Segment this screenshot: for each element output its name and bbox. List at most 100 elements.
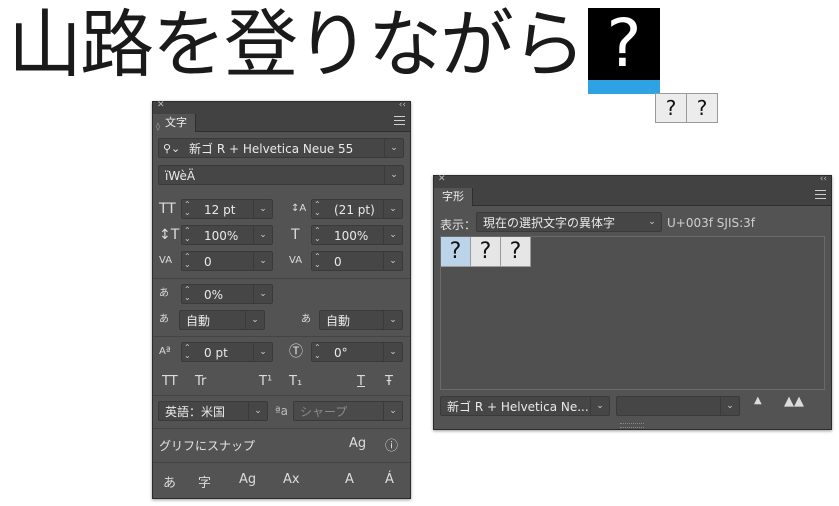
small-caps-button[interactable]: Tr [195,374,206,389]
all-caps-button[interactable]: TT [162,374,178,389]
stepper-icon[interactable]: ⌃ ⌄ [314,344,321,360]
glyph-font-field[interactable]: 新ゴ R + Helvetica Ne... ⌄ [440,396,610,416]
alternate-glyph[interactable]: ? [656,94,687,122]
chevron-down-icon[interactable]: ⌄ [383,343,402,361]
panel-title-bar[interactable]: ✕ ‹‹ [153,100,410,113]
glyph-cell[interactable]: ? [471,237,501,267]
stepper-icon[interactable]: ⌃ ⌄ [314,253,321,269]
chevron-down-icon[interactable]: ⌄ [720,397,739,415]
vertical-scale-field[interactable]: ⌃ ⌄ 100% ⌄ [181,225,273,245]
chevron-down-icon[interactable]: ⌄ [383,226,402,244]
chevron-down-icon[interactable]: ⌄ [253,285,272,303]
rotation-field[interactable]: ⌃ ⌄ 0° ⌄ [311,342,403,362]
panel-menu-icon[interactable] [394,116,405,128]
chevron-down-icon[interactable]: ⌄ [253,226,272,244]
alternate-glyph-popup: ? ? [655,93,718,123]
language-value: 英語：米国 [165,405,226,419]
snap-baseline-button[interactable]: Ag [239,472,256,487]
character-panel: ✕ ‹‹ ◊ 文字 ⚲⌄ 新ゴ R + Helvetica Neue 55 ⌄ ï… [152,100,411,499]
font-size-value: 12 pt [204,203,236,217]
chevron-down-icon[interactable]: ⌄ [383,252,402,270]
chevron-down-icon[interactable]: ⌄ [248,402,267,420]
strikethrough-button[interactable]: Ŧ [385,374,393,389]
snap-icf-box-button[interactable]: 字 [198,472,211,491]
aki-right-value: 自動 [326,314,351,328]
aki-right-field[interactable]: 自動 ⌄ [319,310,403,330]
snap-em-box-button[interactable]: あ [163,472,176,491]
chevron-down-icon[interactable]: ⌄ [590,397,609,415]
superscript-button[interactable]: T¹ [259,374,272,389]
aki-left-field[interactable]: 自動 ⌄ [179,310,265,330]
vertical-scale-icon: ↕T [159,227,180,243]
font-style-value: ïWèÄ [165,169,196,183]
collapse-icon[interactable]: ‹‹ [820,174,827,184]
chevron-down-icon[interactable]: ⌄ [384,166,403,184]
glyphs-panel: ✕ ‹‹ 字形 表示： 現在の選択文字の異体字 ⌄ U+003f SJIS:3f… [433,174,832,430]
font-family-field[interactable]: ⚲⌄ 新ゴ R + Helvetica Neue 55 ⌄ [158,138,404,158]
snap-xheight-button[interactable]: Ax [283,472,300,487]
leading-field[interactable]: ⌃ ⌄ (21 pt) ⌄ [311,199,403,219]
tracking-icon: VA [289,255,303,266]
chevron-down-icon[interactable]: ⌄ [383,402,402,420]
baseline-shift-field[interactable]: ⌃ ⌄ 0 pt ⌄ [181,342,273,362]
resize-grip[interactable] [620,423,644,428]
tab-label: 字形 [442,190,464,203]
selection-underline [588,80,660,94]
baseline-shift-value: 0 pt [204,346,228,360]
aki-left-value: 自動 [186,314,211,328]
info-icon[interactable]: ⓘ [385,435,398,454]
chevron-down-icon[interactable]: ⌄ [643,213,661,231]
font-style-field[interactable]: ïWèÄ ⌄ [158,165,404,185]
glyph-cell[interactable]: ? [441,237,471,267]
snap-proximity-button[interactable]: Á [385,472,394,487]
horizontal-scale-value: 100% [334,229,369,243]
chevron-down-icon[interactable]: ⌄ [253,252,272,270]
subscript-button[interactable]: T₁ [289,374,302,389]
antialias-value: シャープ [300,405,348,419]
panel-title-bar[interactable]: ✕ ‹‹ [434,174,831,187]
tsume-field[interactable]: ⌃ ⌄ 0% ⌄ [181,284,273,304]
font-size-field[interactable]: ⌃ ⌄ 12 pt ⌄ [181,199,273,219]
glyph-cell[interactable]: ? [501,237,531,267]
zoom-in-icon[interactable]: ▲▲ [784,394,804,409]
show-select[interactable]: 現在の選択文字の異体字 ⌄ [476,212,662,232]
stepper-icon[interactable]: ⌃ ⌄ [184,344,191,360]
panel-menu-icon[interactable] [815,190,826,202]
snap-glyph-icon[interactable]: Ag [349,436,366,451]
snap-angular-button[interactable]: A [345,472,354,487]
antialias-field[interactable]: シャープ ⌄ [293,401,403,421]
chevron-down-icon[interactable]: ⌄ [383,311,402,329]
language-field[interactable]: 英語：米国 ⌄ [158,401,268,421]
chevron-down-icon[interactable]: ⌄ [383,200,402,218]
stepper-icon[interactable]: ⌃ ⌄ [184,253,191,269]
close-icon[interactable]: ✕ [438,174,446,184]
underline-button[interactable]: T [357,374,365,389]
antialias-icon: ªa [275,404,289,418]
chevron-down-icon[interactable]: ⌄ [384,139,403,157]
kerning-field[interactable]: ⌃ ⌄ 0 ⌄ [181,251,273,271]
close-icon[interactable]: ✕ [157,100,165,110]
stepper-icon[interactable]: ⌃ ⌄ [314,227,321,243]
selected-glyph[interactable]: ? [588,2,660,94]
alternate-glyph[interactable]: ? [687,94,717,122]
tab-glyphs[interactable]: 字形 [434,188,473,206]
chevron-down-icon[interactable]: ⌄ [253,343,272,361]
stepper-icon[interactable]: ⌃ ⌄ [184,201,191,217]
chevron-down-icon[interactable]: ⌄ [253,200,272,218]
kerning-value: 0 [204,255,212,269]
headline-text: 山路を登りながら [8,2,586,88]
collapse-icon[interactable]: ‹‹ [399,100,406,110]
tracking-value: 0 [334,255,342,269]
selected-glyph-char: ? [588,8,660,80]
stepper-icon[interactable]: ⌃ ⌄ [184,286,191,302]
tab-label: 文字 [165,116,187,129]
horizontal-scale-field[interactable]: ⌃ ⌄ 100% ⌄ [311,225,403,245]
stepper-icon[interactable]: ⌃ ⌄ [184,227,191,243]
aki-right-icon: あ [301,314,311,325]
zoom-out-icon[interactable]: ▲ [754,395,762,406]
chevron-down-icon[interactable]: ⌄ [245,311,264,329]
tracking-field[interactable]: ⌃ ⌄ 0 ⌄ [311,251,403,271]
tab-character[interactable]: ◊ 文字 [153,114,196,132]
stepper-icon[interactable]: ⌃ ⌄ [314,201,321,217]
glyph-style-field[interactable]: ⌄ [616,396,740,416]
